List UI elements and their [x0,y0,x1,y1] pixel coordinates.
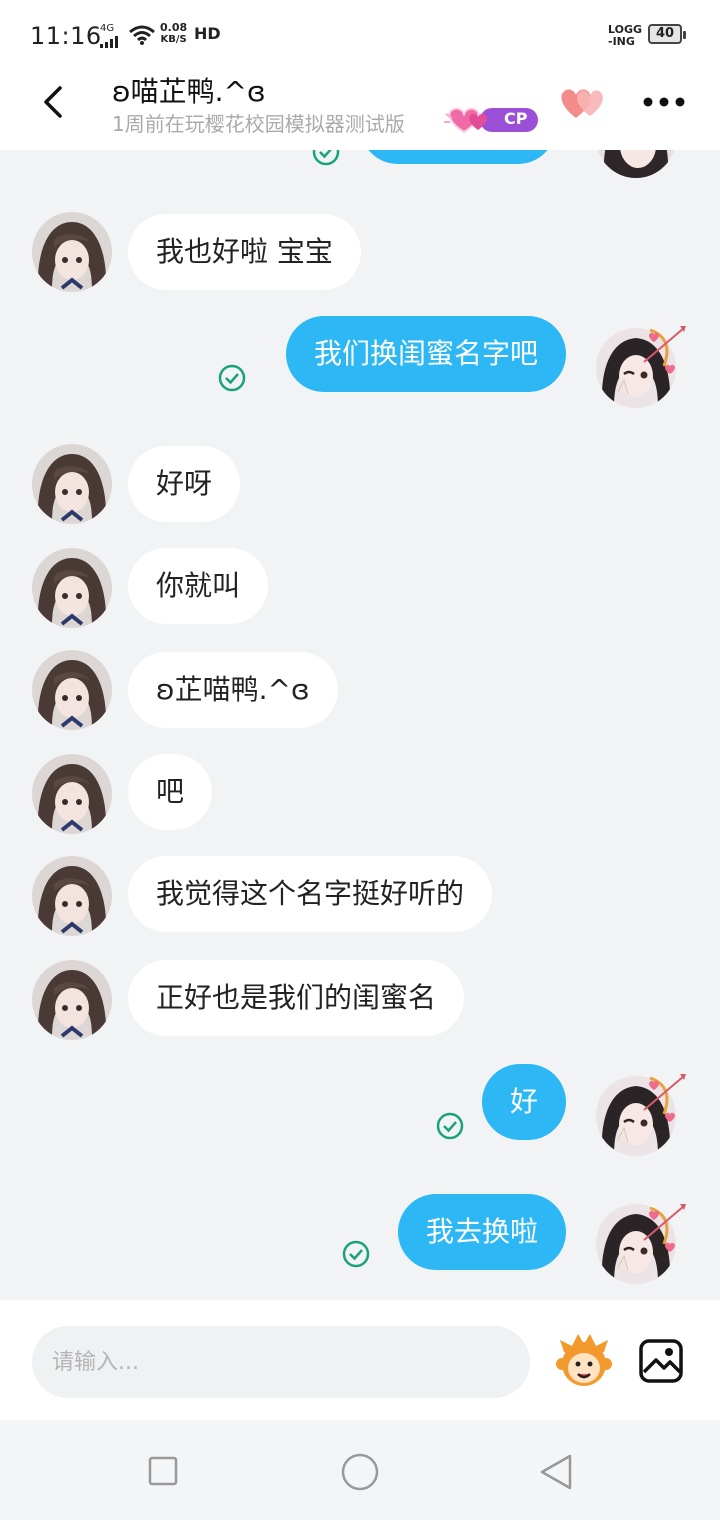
image-icon[interactable] [638,1338,684,1384]
logging-line-2: -ING [608,35,635,48]
cp-badge-label: CP [504,109,528,128]
avatar-contact[interactable] [32,444,112,524]
back-icon[interactable] [36,82,76,122]
sent-check-icon [312,150,340,166]
message-bubble-incoming[interactable]: 你就叫 [128,548,269,624]
message-bubble-incoming[interactable]: 我也好啦 宝宝 [128,214,361,290]
self-avatar-image [596,150,676,178]
message-input[interactable] [32,1326,530,1398]
sent-check-icon [342,1240,370,1268]
cupid-bow-icon [643,1204,686,1252]
cp-badge[interactable]: CP [444,104,540,136]
message-bubble-incoming[interactable]: 我觉得这个名字挺好听的 [128,856,493,932]
nav-back-icon[interactable] [538,1452,574,1492]
emoji-monkey-icon[interactable] [554,1330,614,1390]
home-icon[interactable] [340,1452,380,1492]
contact-avatar-image [32,548,112,628]
speed-unit: KB/S [160,34,187,45]
sent-check-icon [218,364,246,392]
recent-apps-icon[interactable] [148,1456,178,1486]
message-input-bar [0,1300,720,1420]
avatar-contact[interactable] [32,856,112,936]
message-bubble-incoming[interactable]: ʚ芷喵鸭.^ɞ [128,652,338,728]
system-navigation-bar [0,1420,720,1520]
message-bubble-outgoing[interactable]: 我们换闺蜜名字吧 [285,316,566,392]
message-bubble-outgoing[interactable] [360,150,556,164]
chat-header: ʚ喵芷鸭.^ɞ 1周前在玩樱花校园模拟器测试版 CP [0,64,720,150]
avatar-self[interactable] [596,150,676,178]
hearts-icon[interactable] [556,82,612,122]
status-bar: 11:16 4G 0.08 KB/S HD LOGG -ING 40 [0,0,720,64]
contact-avatar-image [32,754,112,834]
hd-indicator: HD [194,24,221,43]
contact-avatar-image [32,444,112,524]
message-bubble-incoming[interactable]: 正好也是我们的闺蜜名 [128,960,465,1036]
wifi-icon [129,25,155,45]
avatar-contact[interactable] [32,212,112,292]
avatar-contact[interactable] [32,650,112,730]
message-bubble-incoming[interactable]: 好呀 [128,446,241,522]
contact-avatar-image [32,650,112,730]
network-type: 4G [100,23,115,34]
chat-subtitle: 1周前在玩樱花校园模拟器测试版 [112,112,405,136]
avatar-contact[interactable] [32,754,112,834]
signal-icon [100,36,118,48]
contact-avatar-image [32,960,112,1040]
avatar-contact[interactable] [32,548,112,628]
chat-message-list[interactable]: 我也好啦 宝宝 我们换闺蜜名字吧 好呀 你就叫 ʚ芷喵鸭.^ɞ 吧 我觉得这个名… [0,150,720,1300]
chat-title[interactable]: ʚ喵芷鸭.^ɞ [112,70,266,110]
sent-check-icon [436,1112,464,1140]
contact-avatar-image [32,212,112,292]
network-speed: 0.08 KB/S [160,22,187,46]
message-bubble-outgoing[interactable]: 好 [481,1064,566,1140]
contact-avatar-image [32,856,112,936]
avatar-contact[interactable] [32,960,112,1040]
cupid-bow-icon [643,1074,686,1122]
logging-indicator: LOGG -ING [608,24,642,48]
more-icon[interactable] [642,90,686,114]
speed-value: 0.08 [160,21,188,34]
battery-indicator: 40 [648,24,686,44]
status-time: 11:16 [30,22,102,50]
message-bubble-outgoing[interactable]: 我去换啦 [397,1194,566,1270]
cupid-bow-icon [643,326,686,374]
message-bubble-incoming[interactable]: 吧 [128,754,213,830]
